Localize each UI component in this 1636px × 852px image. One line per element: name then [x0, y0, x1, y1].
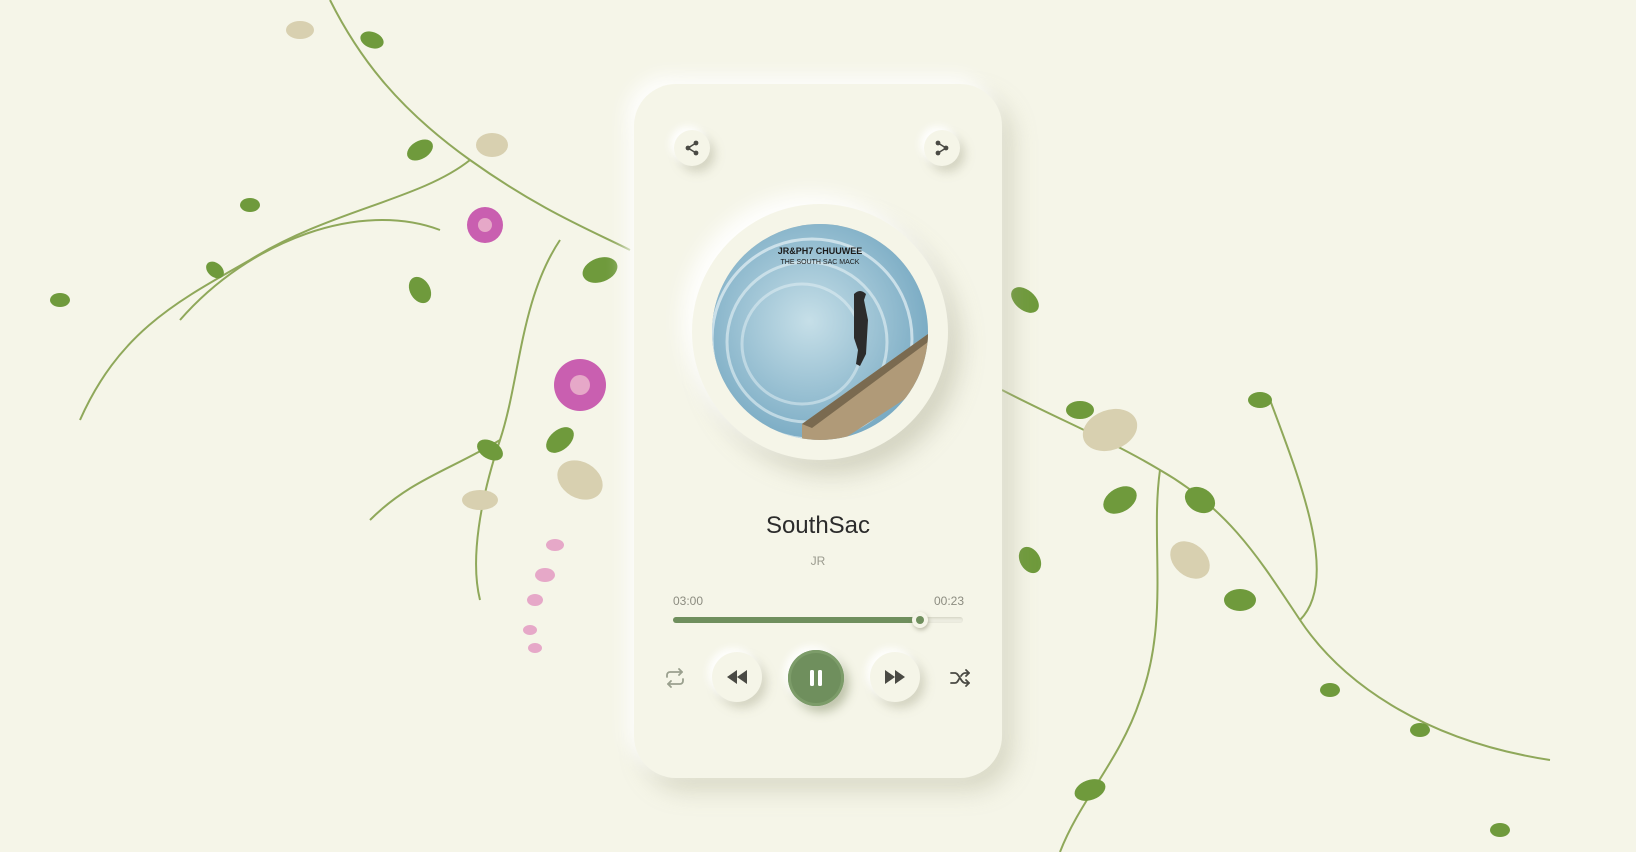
rewind-icon: [727, 670, 747, 684]
share-icon: [935, 140, 949, 156]
repeat-icon: [666, 668, 684, 688]
song-title: SouthSac: [765, 512, 871, 539]
album-art-text-line2: THE SOUTH SAC MACK: [781, 259, 860, 266]
progress-thumb[interactable]: [911, 612, 928, 628]
shuffle-button[interactable]: [946, 664, 974, 692]
fast-forward-icon: [885, 670, 905, 684]
share-icon: [685, 140, 699, 156]
album-art: JR&PH7 CHUUWEE THE SOUTH SAC MACK: [712, 224, 928, 440]
play-pause-button[interactable]: [788, 650, 844, 706]
pause-icon: [810, 670, 822, 686]
share-button-right[interactable]: [924, 130, 960, 166]
previous-button[interactable]: [712, 652, 762, 702]
album-art-text-line1: JR&PH7 CHUUWEE: [778, 246, 863, 256]
music-player-card: JR&PH7 CHUUWEE THE SOUTH SAC MACK SouthS…: [634, 84, 1002, 778]
shuffle-icon: [950, 669, 970, 687]
total-time: 00:23: [933, 594, 964, 608]
next-button[interactable]: [870, 652, 920, 702]
progress-fill: [673, 617, 920, 623]
elapsed-time: 03:00: [673, 594, 704, 608]
progress-slider[interactable]: [673, 612, 963, 628]
repeat-button[interactable]: [661, 664, 689, 692]
share-button[interactable]: [674, 130, 710, 166]
album-art-frame: JR&PH7 CHUUWEE THE SOUTH SAC MACK: [692, 204, 948, 460]
artist-name: JR: [810, 554, 826, 568]
